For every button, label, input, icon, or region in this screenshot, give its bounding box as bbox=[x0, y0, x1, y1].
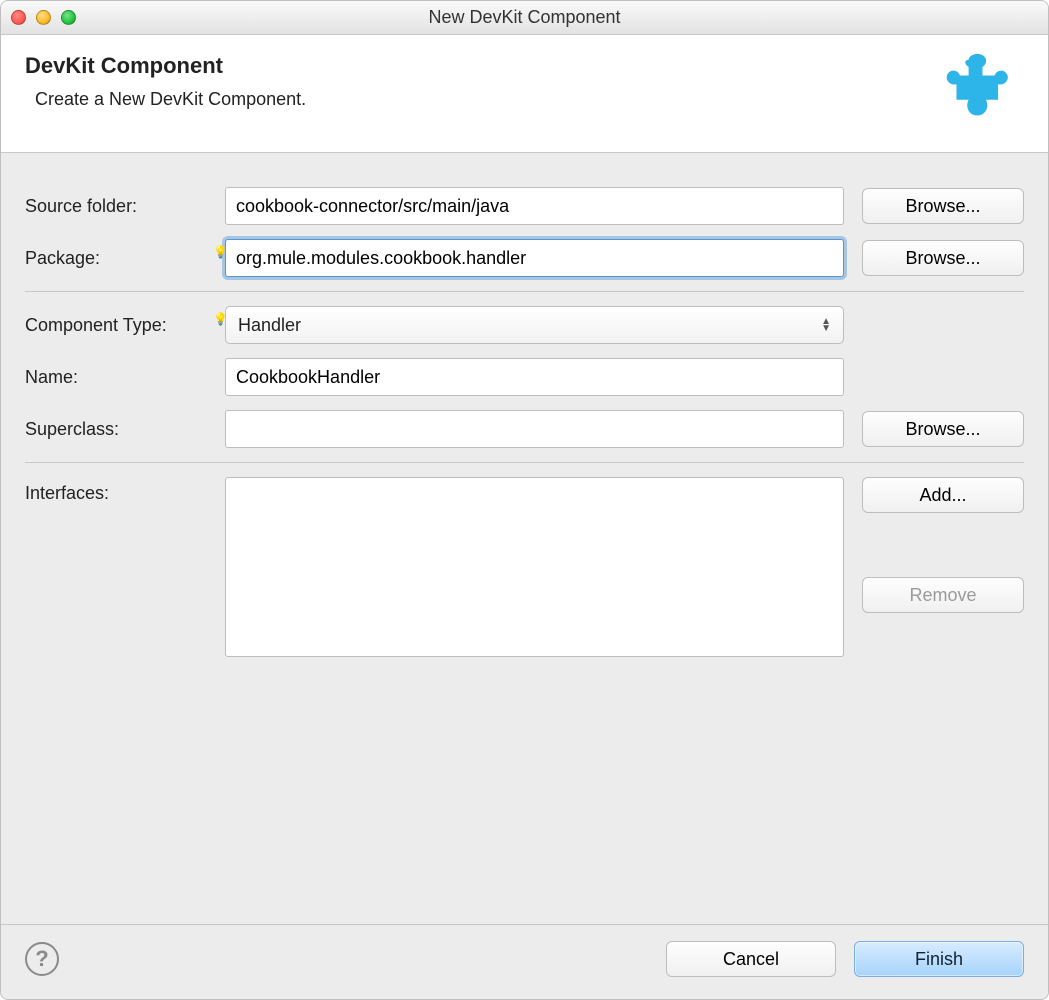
remove-interface-button[interactable]: Remove bbox=[862, 577, 1024, 613]
browse-package-button[interactable]: Browse... bbox=[862, 240, 1024, 276]
component-type-value: Handler bbox=[238, 315, 301, 336]
help-icon[interactable]: ? bbox=[25, 942, 59, 976]
source-folder-label: Source folder: bbox=[25, 196, 225, 217]
page-description: Create a New DevKit Component. bbox=[25, 89, 306, 110]
row-interfaces: Interfaces: Add... Remove bbox=[25, 477, 1024, 662]
wizard-header-text: DevKit Component Create a New DevKit Com… bbox=[25, 53, 306, 110]
interfaces-label: Interfaces: bbox=[25, 477, 225, 504]
footer-actions: Cancel Finish bbox=[666, 941, 1024, 977]
add-interface-button[interactable]: Add... bbox=[862, 477, 1024, 513]
form-body: Source folder: Browse... Package: 💡 Brow… bbox=[1, 153, 1048, 924]
section-interfaces: Interfaces: Add... Remove bbox=[25, 463, 1024, 676]
component-type-label: Component Type: 💡 bbox=[25, 315, 225, 336]
row-name: Name: bbox=[25, 358, 1024, 396]
package-label: Package: 💡 bbox=[25, 248, 225, 269]
source-folder-input[interactable] bbox=[225, 187, 844, 225]
component-type-label-text: Component Type: bbox=[25, 315, 167, 335]
puzzle-icon bbox=[934, 53, 1024, 136]
browse-superclass-button[interactable]: Browse... bbox=[862, 411, 1024, 447]
dialog-window: New DevKit Component DevKit Component Cr… bbox=[0, 0, 1049, 1000]
row-package: Package: 💡 Browse... bbox=[25, 239, 1024, 277]
window-title: New DevKit Component bbox=[1, 7, 1048, 28]
section-source: Source folder: Browse... Package: 💡 Brow… bbox=[25, 173, 1024, 292]
row-superclass: Superclass: Browse... bbox=[25, 410, 1024, 448]
component-type-select[interactable]: Handler ▲ ▼ bbox=[225, 306, 844, 344]
row-source-folder: Source folder: Browse... bbox=[25, 187, 1024, 225]
wizard-header: DevKit Component Create a New DevKit Com… bbox=[1, 35, 1048, 153]
page-title: DevKit Component bbox=[25, 53, 306, 79]
interfaces-listbox[interactable] bbox=[225, 477, 844, 657]
superclass-input[interactable] bbox=[225, 410, 844, 448]
finish-button[interactable]: Finish bbox=[854, 941, 1024, 977]
section-type: Component Type: 💡 Handler ▲ ▼ Name: bbox=[25, 292, 1024, 463]
cancel-button[interactable]: Cancel bbox=[666, 941, 836, 977]
package-input[interactable] bbox=[225, 239, 844, 277]
superclass-label: Superclass: bbox=[25, 419, 225, 440]
browse-source-button[interactable]: Browse... bbox=[862, 188, 1024, 224]
name-input[interactable] bbox=[225, 358, 844, 396]
row-component-type: Component Type: 💡 Handler ▲ ▼ bbox=[25, 306, 1024, 344]
lightbulb-icon: 💡 bbox=[213, 245, 228, 259]
dialog-footer: ? Cancel Finish bbox=[1, 924, 1048, 999]
chevron-down-icon: ▼ bbox=[821, 325, 831, 332]
chevron-updown-icon: ▲ ▼ bbox=[821, 318, 831, 332]
package-label-text: Package: bbox=[25, 248, 100, 268]
titlebar: New DevKit Component bbox=[1, 1, 1048, 35]
name-label: Name: bbox=[25, 367, 225, 388]
